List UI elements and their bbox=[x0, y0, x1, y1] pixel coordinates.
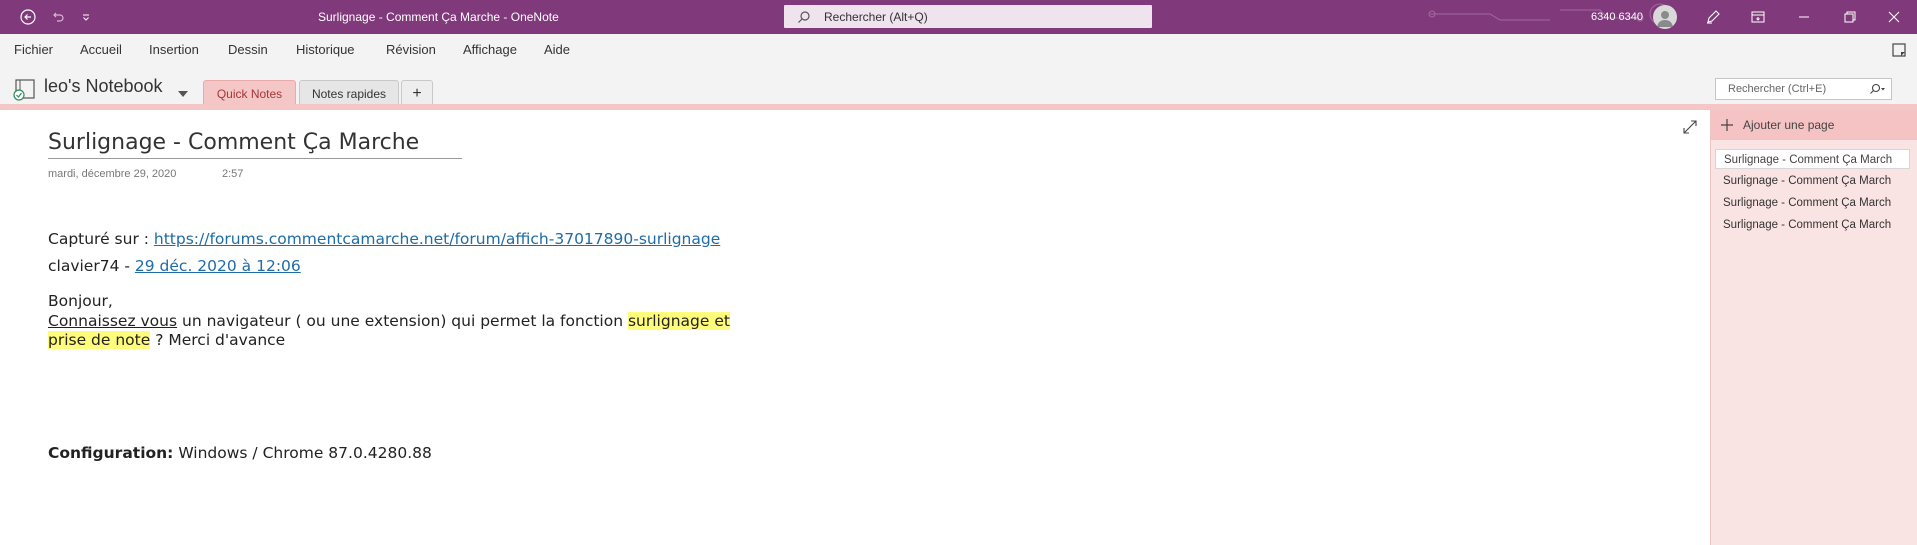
body-line-2: prise de note ? Merci d'avance bbox=[48, 331, 285, 349]
notebook-icon[interactable] bbox=[12, 78, 38, 107]
page-search-placeholder: Rechercher (Ctrl+E) bbox=[1728, 83, 1827, 95]
page-list-item[interactable]: Surlignage - Comment Ça March bbox=[1715, 193, 1910, 213]
title-bar: Surlignage - Comment Ça Marche - OneNote… bbox=[0, 0, 1917, 34]
body-underlined-text: Connaissez vous bbox=[48, 312, 178, 330]
captured-line: Capturé sur : https://forums.commentcama… bbox=[48, 230, 720, 248]
close-icon bbox=[1888, 11, 1900, 23]
body-text-et: et bbox=[709, 312, 730, 330]
captured-label: Capturé sur : bbox=[48, 230, 154, 248]
add-page-button[interactable]: Ajouter une page bbox=[1711, 110, 1917, 140]
highlight-prise-de-note: prise de note bbox=[48, 331, 151, 349]
author-name: clavier74 - bbox=[48, 257, 135, 275]
page-list-item[interactable]: Surlignage - Comment Ça March bbox=[1715, 171, 1910, 191]
body-line-1: Connaissez vous un navigateur ( ou une e… bbox=[48, 312, 730, 330]
page-list-item[interactable]: Surlignage - Comment Ça March bbox=[1715, 215, 1910, 235]
add-page-label: Ajouter une page bbox=[1743, 118, 1835, 132]
avatar[interactable] bbox=[1653, 5, 1677, 29]
minimize-icon bbox=[1799, 16, 1809, 18]
caret-down-icon bbox=[178, 91, 188, 97]
menu-revision[interactable]: Révision bbox=[386, 34, 436, 66]
author-line: clavier74 - 29 déc. 2020 à 12:06 bbox=[48, 257, 301, 275]
quick-access-customize-button[interactable] bbox=[68, 0, 104, 34]
search-icon bbox=[784, 10, 824, 24]
pages-panel: Ajouter une page Surlignage - Comment Ça… bbox=[1710, 110, 1917, 545]
notebook-bar: leo's Notebook Quick Notes Notes rapides… bbox=[0, 66, 1917, 107]
menu-fichier[interactable]: Fichier bbox=[14, 34, 53, 66]
menu-historique[interactable]: Historique bbox=[296, 34, 355, 66]
page-list-item[interactable]: Surlignage - Comment Ça March bbox=[1715, 149, 1910, 169]
menu-bar: Fichier Accueil Insertion Dessin Histori… bbox=[0, 34, 1917, 66]
user-name[interactable]: 6340 6340 bbox=[1591, 0, 1643, 34]
tab-notes-rapides[interactable]: Notes rapides bbox=[299, 80, 399, 107]
title-search-box[interactable]: Rechercher (Alt+Q) bbox=[784, 5, 1152, 28]
configuration-label: Configuration: bbox=[48, 444, 174, 462]
sticky-note-icon bbox=[1892, 43, 1906, 57]
highlight-surlignage: surlignage bbox=[627, 312, 710, 330]
menu-dessin[interactable]: Dessin bbox=[228, 34, 268, 66]
user-icon bbox=[1657, 11, 1673, 27]
pen-icon bbox=[1707, 10, 1720, 24]
ribbon-display-icon bbox=[1751, 11, 1765, 23]
window-title: Surlignage - Comment Ça Marche - OneNote bbox=[318, 10, 559, 24]
notebook-dropdown[interactable] bbox=[178, 84, 188, 102]
page-search-box[interactable]: Rechercher (Ctrl+E) bbox=[1715, 78, 1892, 100]
title-search-placeholder: Rechercher (Alt+Q) bbox=[824, 9, 928, 24]
greeting-text: Bonjour, bbox=[48, 292, 113, 310]
author-date-link[interactable]: 29 déc. 2020 à 12:06 bbox=[135, 257, 301, 275]
body-text-end: ? Merci d'avance bbox=[150, 331, 286, 349]
body-text: un navigateur ( ou une extension) qui pe… bbox=[177, 312, 628, 330]
pen-button[interactable] bbox=[1695, 0, 1731, 34]
configuration-line: Configuration: Windows / Chrome 87.0.428… bbox=[48, 444, 432, 462]
back-arrow-icon bbox=[20, 9, 36, 25]
menu-affichage[interactable]: Affichage bbox=[463, 34, 517, 66]
page-time: 2:57 bbox=[222, 168, 244, 180]
configuration-value: Windows / Chrome 87.0.4280.88 bbox=[173, 444, 432, 462]
add-section-button[interactable]: + bbox=[401, 80, 433, 107]
restore-button[interactable] bbox=[1832, 0, 1868, 34]
search-icon[interactable] bbox=[1863, 83, 1891, 95]
close-button[interactable] bbox=[1876, 0, 1912, 34]
menu-insertion[interactable]: Insertion bbox=[149, 34, 199, 66]
menu-accueil[interactable]: Accueil bbox=[80, 34, 122, 66]
menu-aide[interactable]: Aide bbox=[544, 34, 570, 66]
full-page-view-button[interactable] bbox=[1683, 120, 1697, 139]
tab-quick-notes[interactable]: Quick Notes bbox=[203, 80, 296, 107]
captured-url-link[interactable]: https://forums.commentcamarche.net/forum… bbox=[154, 230, 720, 248]
sticky-notes-button[interactable] bbox=[1891, 42, 1907, 63]
page-title[interactable]: Surlignage - Comment Ça Marche bbox=[48, 130, 462, 159]
expand-icon bbox=[1683, 120, 1697, 134]
restore-icon bbox=[1844, 11, 1856, 23]
notebook-name[interactable]: leo's Notebook bbox=[44, 76, 163, 97]
undo-icon bbox=[53, 12, 64, 22]
plus-icon bbox=[1711, 118, 1743, 132]
page-date: mardi, décembre 29, 2020 bbox=[48, 168, 177, 180]
chevron-down-icon bbox=[83, 14, 89, 21]
ribbon-display-button[interactable] bbox=[1740, 0, 1776, 34]
minimize-button[interactable] bbox=[1786, 0, 1822, 34]
